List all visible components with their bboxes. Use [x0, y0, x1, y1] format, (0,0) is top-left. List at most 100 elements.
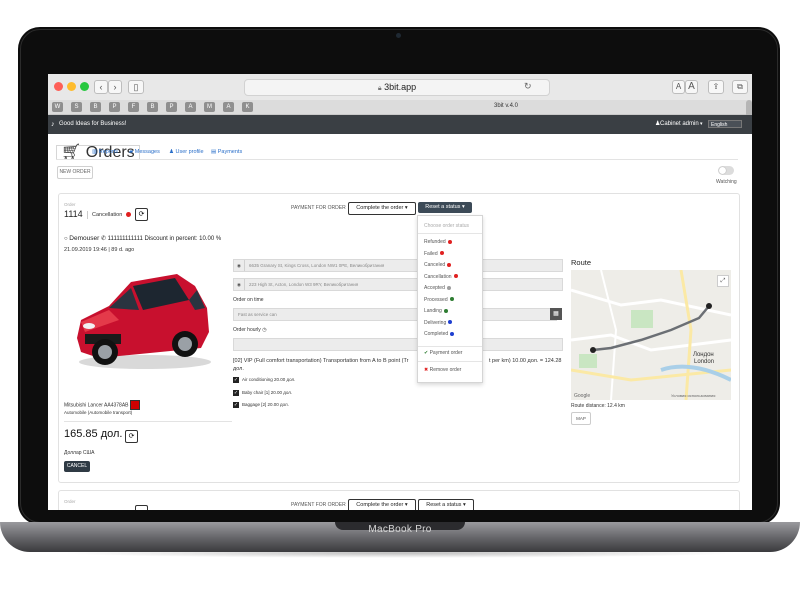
sidebar-icon[interactable]: ▯	[128, 80, 144, 94]
bookmark-item[interactable]: P	[166, 102, 177, 112]
bookmark-item[interactable]: P	[109, 102, 120, 112]
menu-item-label: Landing	[424, 308, 442, 314]
divider	[64, 421, 232, 422]
phone-icon: ✆	[100, 236, 106, 242]
status-dot	[450, 331, 455, 336]
location-marker-icon: ◉	[234, 260, 245, 271]
menu-item-payment-order[interactable]: ✔ Payment order	[424, 350, 462, 356]
reload-icon[interactable]: ↻	[524, 81, 532, 92]
new-order-button[interactable]: NEW ORDER	[57, 166, 93, 179]
bookmark-item[interactable]: B	[147, 102, 158, 112]
order-card-2: Order PAYMENT FOR ORDER Complete the ord…	[58, 490, 740, 510]
menu-item-remove-order[interactable]: ✖ Remove order	[424, 367, 461, 373]
order-caption: Order	[64, 499, 76, 504]
complete-order-button[interactable]: Complete the order ▾	[348, 202, 416, 215]
option-row[interactable]: ✓ Baggage [2] 20.00 дол.	[233, 402, 289, 408]
toggle-knob	[719, 167, 726, 174]
bookmark-item[interactable]: M	[204, 102, 215, 112]
bookmark-item[interactable]: W	[52, 102, 63, 112]
watching-label: Watching	[716, 179, 737, 185]
tab-user-profile[interactable]: ♟ User profile	[169, 145, 204, 159]
route-map[interactable]: Лондон London Google Условия использован…	[571, 270, 731, 400]
caret-down-icon: ▾	[461, 204, 465, 210]
menu-item-status[interactable]: Landing	[424, 308, 448, 314]
checkbox[interactable]: ✓	[233, 390, 239, 396]
reader-small-button[interactable]: A	[672, 80, 685, 94]
tab-messages[interactable]: ▰ Messages	[129, 145, 160, 159]
order-currency: Доллар США	[64, 450, 95, 456]
close-window-button[interactable]	[54, 82, 63, 91]
address-bar[interactable]: 🔒︎ 3bit.app	[244, 79, 550, 96]
menu-item-status[interactable]: Processed	[424, 297, 454, 303]
order-price: 165.85 дол.	[64, 428, 123, 440]
cancel-order-button[interactable]: CANCEL	[64, 461, 90, 472]
bookmark-item[interactable]: B	[90, 102, 101, 112]
option-label: Baggage [2] 20.00 дол.	[242, 402, 289, 408]
forward-icon[interactable]: ›	[108, 80, 122, 94]
fullscreen-icon[interactable]: ⤢	[717, 275, 729, 287]
device-label: MacBook Pro	[368, 524, 432, 535]
tab-payments[interactable]: ▤ Payments	[211, 145, 242, 159]
menu-item-status[interactable]: Delivering	[424, 320, 453, 326]
divider	[418, 233, 482, 234]
to-address-field[interactable]: ◉ 223 High St, Acton, London W3 9RY, Вели…	[233, 278, 563, 291]
from-address: 6635 Granary St, Kings Cross, London NW1…	[249, 263, 385, 268]
cabinet-menu[interactable]: Cabinet admin	[660, 115, 699, 134]
option-row[interactable]: ✓ Air conditioning 20.00 дол.	[233, 377, 295, 383]
maximize-window-button[interactable]	[80, 82, 89, 91]
checkbox[interactable]: ✓	[233, 377, 239, 383]
menu-item-status[interactable]: Accepted	[424, 285, 451, 291]
language-select[interactable]: English	[708, 120, 742, 128]
minimize-window-button[interactable]	[67, 82, 76, 91]
button-label: Complete the order	[356, 205, 404, 211]
calendar-icon[interactable]: ▦	[550, 308, 562, 320]
bookmark-item[interactable]: K	[242, 102, 253, 112]
option-label: Baby chair [1] 20.00 дол.	[242, 390, 293, 396]
refresh-status-button[interactable]	[135, 505, 148, 510]
complete-order-button[interactable]: Complete the order ▾	[348, 499, 416, 510]
bookmarks-bar: W S B P F B P A M A K 3bit v.4.0	[48, 100, 752, 115]
map-button[interactable]: MAP	[571, 412, 591, 425]
from-address-field[interactable]: ◉ 6635 Granary St, Kings Cross, London NW…	[233, 259, 563, 272]
svg-text:London: London	[694, 359, 714, 365]
customer-row: ○ Demouser ✆ 111111111111 Discount in pe…	[64, 235, 221, 242]
order-hourly-field[interactable]	[233, 338, 563, 351]
menu-item-status[interactable]: Canceled	[424, 262, 452, 268]
option-row[interactable]: ✓ Baby chair [1] 20.00 дол.	[233, 390, 292, 396]
payment-for-order-link[interactable]: PAYMENT FOR ORDER	[291, 205, 346, 211]
customer-phone: 111111111111	[107, 236, 143, 242]
button-label: Reset a status	[425, 204, 461, 210]
status-text: Cancellation	[92, 212, 123, 218]
payment-for-order-link[interactable]: PAYMENT FOR ORDER	[291, 502, 346, 508]
reset-status-button[interactable]: Reset a status ▾	[418, 499, 474, 510]
browser-tab-title[interactable]: 3bit v.4.0	[494, 103, 518, 109]
refresh-status-button[interactable]: ⟳	[135, 208, 148, 221]
menu-item-status[interactable]: Failed	[424, 251, 444, 257]
bookmark-item[interactable]: A	[223, 102, 234, 112]
tab-reports[interactable]: ▥ Reports	[92, 145, 118, 159]
app-tagline: Good Ideas for Business!	[59, 121, 127, 127]
menu-item-label: Cancellation	[424, 273, 452, 280]
tariff-text-cont: t per km) 10.00 дол. = 124.28	[489, 358, 562, 364]
watching-toggle[interactable]	[718, 166, 734, 175]
order-on-time-field[interactable]: Fast as service can	[233, 308, 557, 321]
menu-item-status[interactable]: Cancellation	[424, 274, 458, 280]
checkbox[interactable]: ✓	[233, 402, 239, 408]
menu-item-label: Processed	[424, 296, 448, 303]
share-icon[interactable]: ⇪	[708, 80, 724, 94]
customer-name[interactable]: Demouser	[69, 235, 99, 242]
menu-item-status[interactable]: Refunded	[424, 239, 452, 245]
menu-item-label: Completed	[424, 331, 449, 337]
back-icon[interactable]: ‹	[94, 80, 108, 94]
car-name: Mitsubishi Lancer AA4378AB	[64, 402, 129, 409]
screen: ‹ › ▯ 🔒︎ 3bit.app ↻ A A ⇪ ⧉ W S B P F B …	[48, 74, 752, 510]
reset-status-button[interactable]: Reset a status ▾	[418, 202, 472, 213]
bookmark-item[interactable]: F	[128, 102, 139, 112]
divider	[418, 346, 482, 347]
reader-large-button[interactable]: A	[685, 80, 698, 94]
bookmark-item[interactable]: A	[185, 102, 196, 112]
menu-item-status[interactable]: Completed	[424, 331, 455, 337]
bookmark-item[interactable]: S	[71, 102, 82, 112]
tabs-icon[interactable]: ⧉	[732, 80, 748, 94]
recalc-price-button[interactable]: ⟳	[125, 430, 138, 443]
